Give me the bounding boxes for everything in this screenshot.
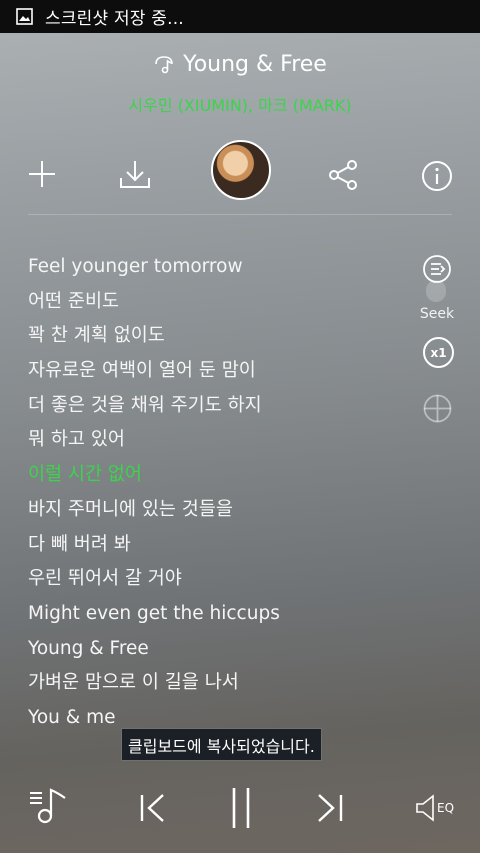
lyric-line[interactable]: 더 좋은 것을 채워 주기도 하지 [28, 391, 408, 426]
speaker-icon [416, 794, 434, 822]
lyric-line[interactable]: 가벼운 맘으로 이 길을 나서 [28, 668, 408, 703]
lyric-line[interactable]: 자유로운 여백이 열어 둔 맘이 [28, 356, 408, 391]
lyric-line[interactable]: 뭐 하고 있어 [28, 425, 408, 460]
album-art[interactable] [211, 140, 271, 200]
eq-label: EQ [437, 801, 455, 815]
share-icon[interactable] [328, 160, 358, 190]
crosshair-icon[interactable] [422, 393, 453, 424]
seek-label[interactable]: Seek [413, 306, 461, 322]
download-icon[interactable] [118, 158, 152, 190]
lyric-line[interactable]: 다 빼 버려 봐 [28, 530, 408, 565]
pause-icon[interactable] [229, 786, 253, 830]
music-note-icon [155, 55, 173, 73]
next-track-icon[interactable] [315, 792, 345, 824]
image-icon [16, 8, 33, 25]
clipboard-toast: 클립보드에 복사되었습니다. [121, 728, 322, 761]
lyric-line-current[interactable]: 이럴 시간 없어 [28, 460, 408, 495]
player-controls: EQ [0, 765, 480, 853]
lyric-line[interactable]: Might even get the hiccups [28, 599, 408, 634]
speed-label: x1 [430, 345, 447, 360]
plus-icon[interactable] [27, 159, 57, 189]
equalizer-button[interactable]: EQ [415, 794, 454, 822]
divider [28, 214, 452, 215]
song-header: Young & Free [0, 52, 480, 77]
info-icon[interactable] [421, 160, 453, 192]
previous-track-icon[interactable] [138, 792, 168, 824]
lyric-line[interactable]: Young & Free [28, 634, 408, 669]
song-title: Young & Free [183, 52, 327, 77]
playback-speed-button[interactable]: x1 [423, 337, 454, 368]
lyric-line[interactable]: 꽉 찬 계획 없이도 [28, 321, 408, 356]
lyric-line[interactable]: 어떤 준비도 [28, 287, 408, 322]
status-text: 스크린샷 저장 중... [45, 9, 184, 29]
lyric-line[interactable]: 바지 주머니에 있는 것들을 [28, 495, 408, 530]
playlist-icon[interactable] [28, 786, 68, 826]
lyrics-list: Feel younger tomorrow 어떤 준비도 꽉 찬 계획 없이도 자유로… [28, 252, 408, 738]
lyric-line[interactable]: Feel younger tomorrow [28, 252, 408, 287]
status-bar: 스크린샷 저장 중... [0, 0, 480, 33]
artist-name[interactable]: 시우민 (XIUMIN), 마크 (MARK) [0, 92, 480, 116]
seek-toggle[interactable] [426, 280, 446, 302]
lyric-line[interactable]: 우린 뛰어서 갈 거야 [28, 564, 408, 599]
